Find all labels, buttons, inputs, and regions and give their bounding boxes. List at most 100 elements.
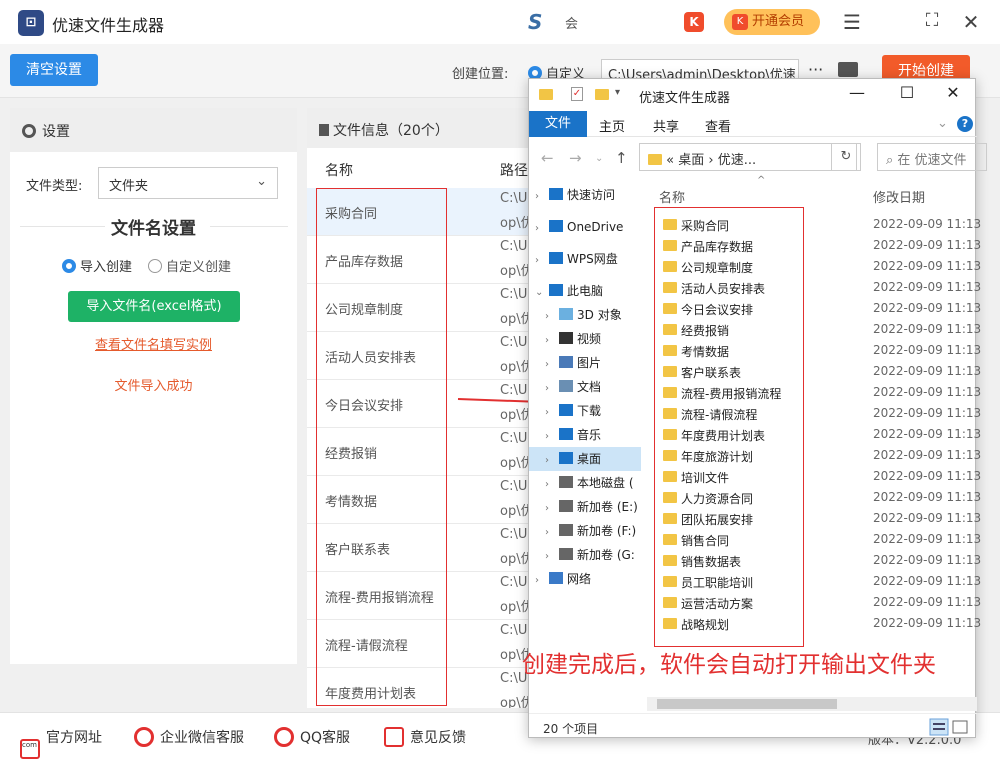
- qq-icon: [274, 727, 294, 747]
- nav-item-icon: [559, 476, 573, 488]
- nav-item[interactable]: › 图片: [529, 351, 641, 375]
- chevron-icon: ›: [535, 191, 539, 202]
- nav-item-label: 文档: [577, 380, 602, 394]
- modified-date: 2022-09-09 11:13: [873, 343, 982, 357]
- maximize-icon[interactable]: ⛶: [920, 10, 944, 31]
- nav-item[interactable]: › 下载: [529, 399, 641, 423]
- chevron-icon: ›: [545, 551, 549, 562]
- modified-date: 2022-09-09 11:13: [873, 448, 982, 462]
- k-badge-icon[interactable]: K: [684, 12, 704, 32]
- nav-item[interactable]: › 新加卷 (G:: [529, 543, 641, 567]
- close-icon[interactable]: ✕: [941, 83, 965, 102]
- custom-create-radio[interactable]: 自定义创建: [148, 256, 231, 275]
- nav-item[interactable]: › 文档: [529, 375, 641, 399]
- navigation-pane: › 快速访问 › OneDrive › WPS网盘 ⌄ 此电脑 › 3D 对象 › 视频 › 图片 › 文档 ›…: [529, 183, 641, 713]
- file-path-cell: C:\U: [500, 431, 528, 446]
- chevron-icon: ⌄: [535, 287, 544, 298]
- modified-date: 2022-09-09 11:13: [873, 217, 982, 231]
- nav-item-label: 新加卷 (F:): [577, 524, 637, 538]
- nav-item[interactable]: › 快速访问: [529, 183, 641, 207]
- tab-share[interactable]: 共享: [653, 116, 679, 135]
- open-folder-icon[interactable]: [838, 62, 858, 77]
- chevron-icon: ›: [545, 335, 549, 346]
- import-create-radio[interactable]: 导入创建: [62, 256, 132, 275]
- file-type-select[interactable]: 文件夹 ⌄: [98, 167, 278, 199]
- chevron-down-icon: ⌄: [256, 174, 267, 189]
- status-bar: 20 个项目: [529, 713, 977, 739]
- customize-arrow-icon[interactable]: ▾: [615, 87, 620, 98]
- nav-item[interactable]: › WPS网盘: [529, 247, 641, 271]
- column-name-header[interactable]: 名称: [659, 187, 685, 206]
- modified-date: 2022-09-09 11:13: [873, 322, 982, 336]
- document-icon: [319, 124, 329, 136]
- nav-item[interactable]: › 新加卷 (F:): [529, 519, 641, 543]
- tab-file[interactable]: 文件: [529, 111, 587, 137]
- forward-icon[interactable]: →: [569, 149, 582, 167]
- wechat-icon: [134, 727, 154, 747]
- nav-item-label: 新加卷 (G:: [577, 548, 635, 562]
- menu-icon[interactable]: ☰: [840, 10, 864, 34]
- browse-more-button[interactable]: ···: [808, 60, 823, 79]
- view-toggle-icon[interactable]: [929, 718, 969, 736]
- nav-item[interactable]: › 视频: [529, 327, 641, 351]
- feedback-link[interactable]: 意见反馈: [384, 727, 466, 747]
- modified-date: 2022-09-09 11:13: [873, 301, 982, 315]
- location-label: 创建位置:: [452, 67, 509, 82]
- search-icon: ⌕: [886, 153, 894, 168]
- chevron-icon: ›: [545, 311, 549, 322]
- nav-item-icon: [559, 332, 573, 344]
- nav-item[interactable]: › 音乐: [529, 423, 641, 447]
- chevron-icon: ›: [535, 223, 539, 234]
- search-input[interactable]: ⌕ 在 优速文件: [877, 143, 987, 171]
- nav-item[interactable]: › 桌面: [529, 447, 641, 471]
- minimize-icon[interactable]: —: [845, 83, 869, 102]
- tab-view[interactable]: 查看: [705, 116, 731, 135]
- column-date-header[interactable]: 修改日期: [873, 187, 925, 206]
- properties-icon[interactable]: ✓: [571, 87, 583, 101]
- nav-item[interactable]: › 网络: [529, 567, 641, 591]
- import-filenames-button[interactable]: 导入文件名(excel格式): [68, 291, 240, 322]
- help-icon[interactable]: ?: [957, 116, 973, 132]
- chevron-icon: ›: [545, 503, 549, 514]
- maximize-icon[interactable]: ☐: [895, 83, 919, 102]
- back-icon[interactable]: ←: [541, 149, 554, 167]
- nav-item-label: 本地磁盘 (: [577, 476, 634, 490]
- settings-title: 设置: [42, 124, 70, 140]
- new-folder-icon[interactable]: [595, 89, 609, 100]
- nav-item[interactable]: › 3D 对象: [529, 303, 641, 327]
- website-link[interactable]: com 官方网址: [20, 727, 102, 759]
- refresh-button[interactable]: ↻: [831, 143, 861, 171]
- modified-date: 2022-09-09 11:13: [873, 490, 982, 504]
- feedback-label: 意见反馈: [410, 730, 466, 746]
- qq-service-link[interactable]: QQ客服: [274, 727, 350, 747]
- vip-label: 开通会员: [752, 14, 805, 29]
- chevron-icon: ›: [545, 407, 549, 418]
- modified-date: 2022-09-09 11:13: [873, 532, 982, 546]
- clear-settings-button[interactable]: 清空设置: [10, 54, 98, 86]
- nav-item[interactable]: › OneDrive: [529, 215, 641, 239]
- close-icon[interactable]: ✕: [959, 10, 983, 34]
- nav-item[interactable]: ⌄ 此电脑: [529, 279, 641, 303]
- nav-item[interactable]: › 本地磁盘 (: [529, 471, 641, 495]
- website-icon: com: [20, 739, 40, 759]
- wechat-service-link[interactable]: 企业微信客服: [134, 727, 244, 747]
- recent-icon[interactable]: ⌄: [595, 153, 603, 164]
- expand-ribbon-icon[interactable]: ⌄: [937, 116, 948, 131]
- chevron-icon: ›: [545, 359, 549, 370]
- file-path-cell: C:\U: [500, 239, 528, 254]
- radio-selected-icon: [62, 259, 76, 273]
- horizontal-scrollbar[interactable]: [647, 697, 977, 711]
- nav-item-label: WPS网盘: [567, 252, 618, 266]
- example-link[interactable]: 查看文件名填写实例: [10, 334, 297, 353]
- nav-item-icon: [549, 220, 563, 232]
- tab-home[interactable]: 主页: [599, 116, 625, 135]
- chevron-icon: ›: [535, 575, 539, 586]
- address-bar[interactable]: « 桌面 › 优速...: [639, 143, 857, 171]
- up-icon[interactable]: ↑: [615, 149, 628, 167]
- nav-item-icon: [559, 404, 573, 416]
- brand-text: 会: [565, 17, 579, 32]
- nav-item-label: 下载: [577, 404, 602, 418]
- nav-item[interactable]: › 新加卷 (E:): [529, 495, 641, 519]
- scrollbar-thumb[interactable]: [657, 699, 837, 709]
- vip-button[interactable]: K 开通会员: [724, 9, 820, 35]
